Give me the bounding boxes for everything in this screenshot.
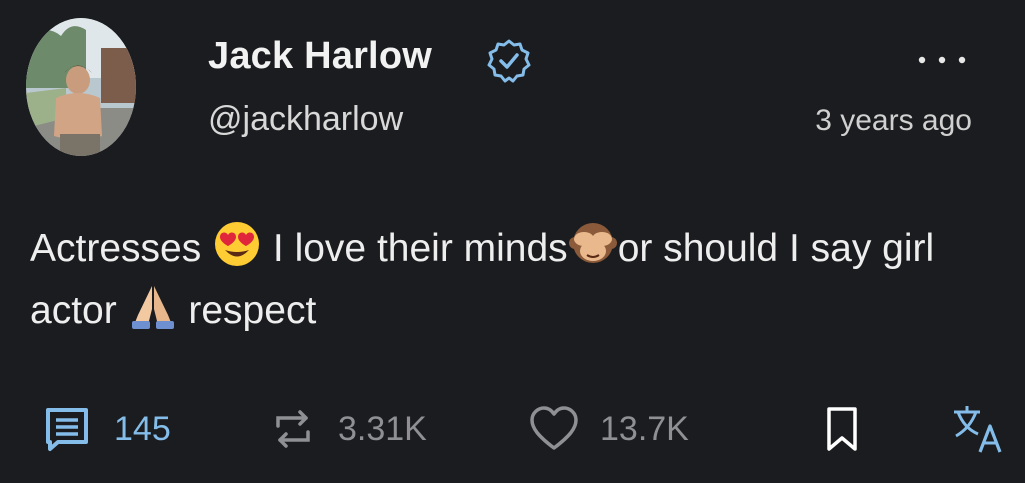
reply-count: 145 [114, 409, 171, 448]
translate-icon [954, 406, 1002, 453]
like-button[interactable]: 13.7K [528, 400, 689, 458]
verified-badge-icon [486, 38, 532, 84]
see-no-evil-monkey-emoji [568, 219, 618, 269]
like-count: 13.7K [600, 409, 689, 448]
repost-icon [276, 410, 310, 448]
bookmark-button[interactable] [820, 400, 864, 458]
heart-icon [530, 406, 578, 450]
author-display-name[interactable]: Jack Harlow [208, 35, 432, 78]
post-text-segment: I love their minds [262, 227, 568, 270]
avatar-photo [26, 18, 136, 156]
post-body: Actresses I love their minds or should I… [30, 218, 990, 342]
post-timestamp: 3 years ago [815, 104, 972, 137]
author-handle[interactable]: @jackharlow [208, 100, 403, 139]
repost-button[interactable]: 3.31K [268, 400, 427, 458]
translate-button[interactable] [950, 400, 1006, 458]
more-options-button[interactable] [912, 48, 972, 72]
reply-button[interactable]: 145 [40, 400, 171, 458]
post-text-segment: respect [177, 289, 317, 332]
post-text-segment: Actresses [30, 227, 213, 270]
repost-count: 3.31K [338, 409, 427, 448]
avatar[interactable] [26, 18, 136, 156]
ellipsis-icon [918, 56, 966, 64]
comment-icon [46, 408, 88, 451]
folded-hands-emoji [128, 281, 178, 331]
heart-eyes-emoji [212, 219, 262, 269]
bookmark-icon [827, 407, 857, 451]
